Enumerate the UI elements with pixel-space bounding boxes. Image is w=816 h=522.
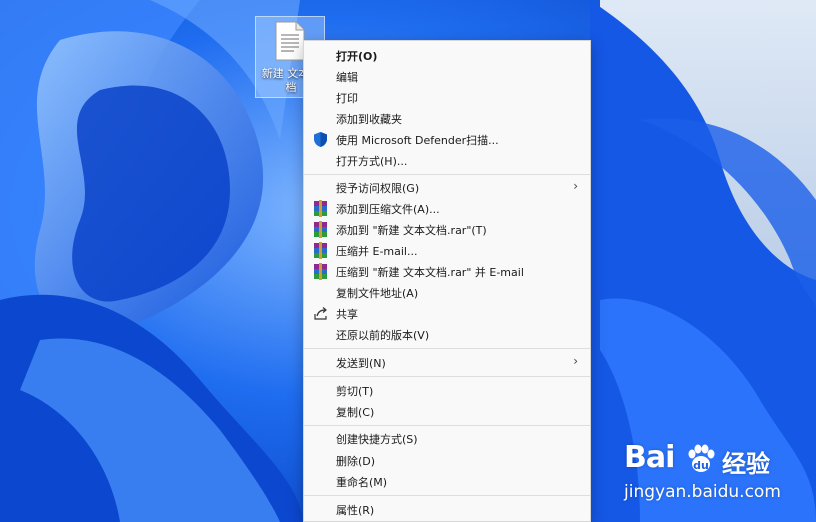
menu-item-label: 编辑	[336, 71, 358, 84]
menu-item-delete[interactable]: 删除(D)	[304, 450, 590, 471]
menu-item-label: 添加到压缩文件(A)...	[336, 203, 440, 216]
menu-item-label: 剪切(T)	[336, 385, 374, 398]
menu-item-label: 打开方式(H)...	[336, 155, 408, 168]
chevron-right-icon: ›	[573, 354, 578, 368]
winrar-icon	[314, 221, 327, 238]
baidu-jingyan-watermark: Bai du 经验 jingyan.baidu.com	[622, 430, 802, 515]
winrar-icon	[314, 263, 327, 280]
menu-item-label: 打印	[336, 92, 358, 105]
menu-item-compress-rar-email[interactable]: 压缩到 "新建 文本文档.rar" 并 E-mail	[304, 261, 590, 282]
menu-item-label: 使用 Microsoft Defender扫描...	[336, 134, 499, 147]
watermark-brand: Bai	[624, 440, 675, 475]
menu-item-label: 授予访问权限(G)	[336, 182, 420, 195]
menu-item-copy-path[interactable]: 复制文件地址(A)	[304, 282, 590, 303]
menu-item-send-to[interactable]: 发送到(N) ›	[304, 352, 590, 373]
menu-item-label: 添加到 "新建 文本文档.rar"(T)	[336, 224, 487, 237]
menu-separator	[304, 174, 590, 175]
context-menu: 打开(O) 编辑 打印 添加到收藏夹 使用 Microsoft Defender…	[303, 40, 591, 522]
defender-shield-icon	[314, 132, 327, 147]
menu-item-label: 复制(C)	[336, 406, 375, 419]
menu-separator	[304, 376, 590, 377]
winrar-icon	[314, 200, 327, 217]
menu-item-copy[interactable]: 复制(C)	[304, 401, 590, 422]
menu-item-label: 还原以前的版本(V)	[336, 329, 430, 342]
menu-item-grant-access[interactable]: 授予访问权限(G) ›	[304, 177, 590, 198]
paw-icon: du	[688, 444, 715, 472]
menu-item-label: 属性(R)	[336, 504, 375, 517]
menu-item-label: 复制文件地址(A)	[336, 287, 419, 300]
share-icon	[314, 307, 327, 320]
menu-item-rename[interactable]: 重命名(M)	[304, 471, 590, 492]
menu-separator	[304, 495, 590, 496]
menu-item-label: 重命名(M)	[336, 476, 388, 489]
menu-item-add-to-rar[interactable]: 添加到 "新建 文本文档.rar"(T)	[304, 219, 590, 240]
menu-item-edit[interactable]: 编辑	[304, 66, 590, 87]
menu-item-label: 创建快捷方式(S)	[336, 433, 418, 446]
chevron-right-icon: ›	[573, 179, 578, 193]
menu-item-label: 共享	[336, 308, 358, 321]
menu-item-add-favorites[interactable]: 添加到收藏夹	[304, 108, 590, 129]
menu-item-compress-email[interactable]: 压缩并 E-mail...	[304, 240, 590, 261]
menu-item-print[interactable]: 打印	[304, 87, 590, 108]
menu-item-label: 打开(O)	[336, 50, 378, 63]
text-document-icon	[275, 21, 305, 61]
watermark-url: jingyan.baidu.com	[624, 482, 781, 502]
menu-item-properties[interactable]: 属性(R)	[304, 499, 590, 520]
menu-item-label: 压缩并 E-mail...	[336, 245, 418, 258]
menu-item-restore-versions[interactable]: 还原以前的版本(V)	[304, 324, 590, 345]
menu-item-add-archive[interactable]: 添加到压缩文件(A)...	[304, 198, 590, 219]
menu-item-open-with[interactable]: 打开方式(H)...	[304, 150, 590, 171]
winrar-icon	[314, 242, 327, 259]
menu-item-cut[interactable]: 剪切(T)	[304, 380, 590, 401]
svg-text:du: du	[693, 459, 709, 472]
watermark-brand-suffix: 经验	[722, 450, 770, 478]
menu-separator	[304, 425, 590, 426]
menu-item-label: 删除(D)	[336, 455, 376, 468]
menu-item-label: 添加到收藏夹	[336, 113, 402, 126]
menu-item-create-shortcut[interactable]: 创建快捷方式(S)	[304, 428, 590, 449]
menu-item-open[interactable]: 打开(O)	[304, 45, 590, 66]
menu-item-label: 压缩到 "新建 文本文档.rar" 并 E-mail	[336, 266, 524, 279]
menu-item-share[interactable]: 共享	[304, 303, 590, 324]
menu-item-label: 发送到(N)	[336, 357, 386, 370]
menu-item-defender-scan[interactable]: 使用 Microsoft Defender扫描...	[304, 129, 590, 150]
menu-separator	[304, 348, 590, 349]
